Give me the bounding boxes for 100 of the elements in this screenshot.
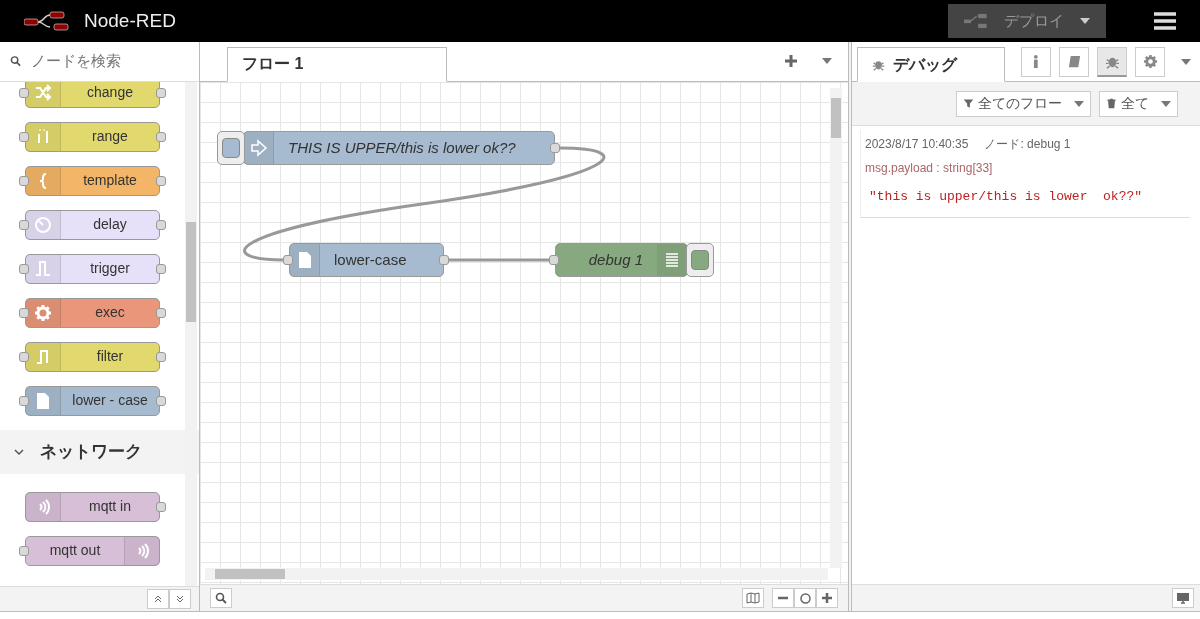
flow-node[interactable]: lower-case: [289, 242, 444, 277]
bug-icon: [872, 58, 885, 71]
node-label: debug 1: [587, 249, 644, 270]
caret-icon: [1161, 100, 1171, 107]
node-label: lower-case: [333, 249, 408, 270]
sidebar-tab-button[interactable]: [1135, 46, 1165, 77]
caret-icon: [1181, 58, 1191, 65]
palette-node[interactable]: mqtt out: [25, 535, 160, 566]
sidebar-tab-button[interactable]: [1059, 46, 1089, 77]
output-port: [156, 87, 166, 98]
double-chevron-down-icon: [176, 595, 184, 603]
scrollbar[interactable]: [205, 568, 828, 581]
sidebar-tab-button[interactable]: [1097, 46, 1127, 77]
input-port: [19, 87, 29, 98]
plus-icon[interactable]: [784, 54, 798, 69]
zoom-out-button[interactable]: [772, 588, 794, 608]
node-label: change: [86, 83, 134, 103]
sidebar-tab[interactable]: デバッグ: [857, 47, 1005, 82]
book-icon: [1066, 54, 1082, 69]
node-label: range: [91, 127, 129, 147]
zoom-reset-button[interactable]: [794, 588, 816, 608]
input-port: [19, 175, 29, 186]
message-value: "this is upper/this is lower ok??": [868, 188, 1144, 206]
node-label: mqtt out: [48, 541, 102, 561]
crossing-arrows-icon: [34, 83, 52, 102]
output-port: [156, 219, 166, 230]
debug-toggle-button[interactable]: [686, 242, 714, 277]
input-port[interactable]: [549, 254, 559, 265]
output-port: [156, 307, 166, 318]
input-port: [19, 131, 29, 142]
input-port: [19, 263, 29, 274]
map-button[interactable]: [742, 588, 764, 608]
search-icon: [10, 55, 21, 68]
palette-node[interactable]: change: [25, 81, 160, 108]
filter-button[interactable]: 全てのフロー: [956, 90, 1091, 117]
palette-node[interactable]: trigger: [25, 253, 160, 284]
palette-node[interactable]: template: [25, 165, 160, 196]
category-header[interactable]: ネットワーク: [0, 429, 199, 474]
scrollbar[interactable]: [185, 81, 197, 587]
node-label: mqtt in: [88, 497, 132, 517]
map-icon: [746, 592, 760, 604]
wire[interactable]: [449, 258, 550, 262]
node-label: filter: [95, 347, 125, 367]
output-port: [156, 131, 166, 142]
palette-node[interactable]: delay: [25, 209, 160, 240]
output-port: [156, 395, 166, 406]
circle-icon: [799, 592, 811, 604]
scrollbar[interactable]: [830, 87, 842, 568]
monitor-icon: [1176, 592, 1190, 604]
input-port[interactable]: [283, 254, 293, 265]
search-icon: [215, 592, 227, 604]
list-lines-icon: [663, 250, 681, 269]
output-port[interactable]: [439, 254, 449, 265]
output-port: [156, 351, 166, 362]
filter-button[interactable]: 全て: [1099, 90, 1178, 117]
input-port: [19, 219, 29, 230]
node-label: delay: [92, 215, 128, 235]
info-icon: [1033, 54, 1039, 69]
clock-icon: [34, 215, 52, 234]
gear-icon: [34, 303, 52, 322]
trash-icon: [1106, 98, 1117, 109]
app-title: Node-RED: [84, 8, 176, 33]
output-port: [156, 263, 166, 274]
output-port[interactable]: [550, 142, 560, 153]
flow-tab[interactable]: フロー 1: [227, 46, 447, 82]
zoom-in-button[interactable]: [816, 588, 838, 608]
document-icon: [34, 391, 52, 410]
pulse-icon: [34, 259, 52, 278]
search-button[interactable]: [210, 588, 232, 608]
input-port: [19, 307, 29, 318]
flow-node[interactable]: THIS IS UPPER/this is lower ok??: [243, 130, 555, 165]
menu-icon[interactable]: [1154, 12, 1176, 30]
inject-button[interactable]: [217, 130, 245, 165]
input-port: [19, 395, 29, 406]
category-label: ネットワーク: [40, 441, 142, 464]
node-label: lower - case: [71, 391, 149, 411]
node-label: template: [82, 171, 138, 191]
palette-node[interactable]: lower - case: [25, 385, 160, 416]
brace-icon: [39, 172, 47, 189]
palette-node[interactable]: range: [25, 121, 160, 152]
palette-node[interactable]: filter: [25, 341, 160, 372]
message-property: msg.payload : string[33]: [865, 160, 994, 177]
sidebar-tab-button[interactable]: [1021, 46, 1051, 77]
gear-icon: [1142, 54, 1158, 69]
output-port: [156, 501, 166, 512]
palette-node[interactable]: exec: [25, 297, 160, 328]
collapse-all-button[interactable]: [147, 589, 169, 609]
caret-icon: [822, 58, 832, 65]
palette-node[interactable]: mqtt in: [25, 491, 160, 522]
caret-icon: [1080, 18, 1090, 24]
monitor-button[interactable]: [1172, 588, 1194, 608]
deploy-icon: [964, 11, 988, 31]
input-port: [19, 545, 29, 556]
node-label: exec: [94, 303, 126, 323]
plus-icon: [822, 593, 832, 603]
output-port: [156, 175, 166, 186]
funnel-icon: [963, 98, 974, 109]
expand-all-button[interactable]: [169, 589, 191, 609]
input-port: [19, 351, 29, 362]
flow-node[interactable]: debug 1: [555, 242, 688, 277]
